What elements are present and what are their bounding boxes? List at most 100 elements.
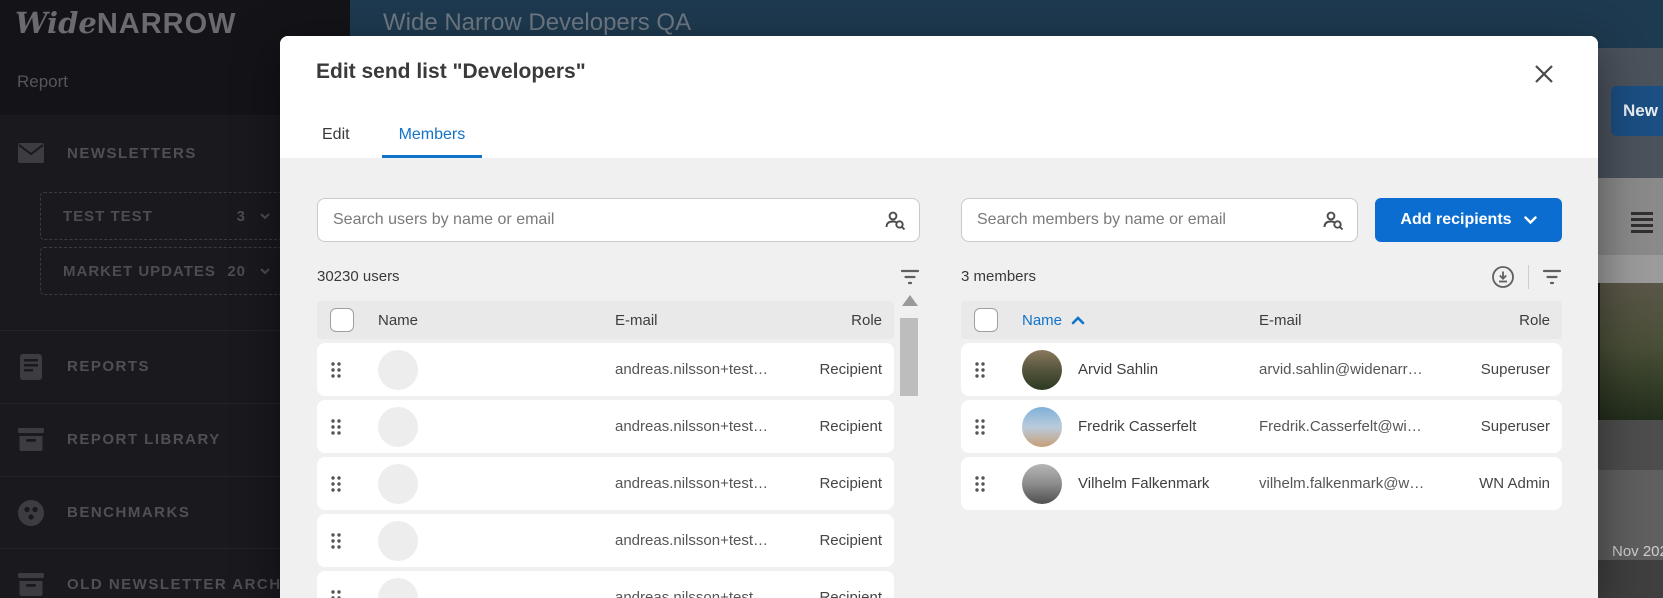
members-panel: Add recipients 3 members [961, 198, 1562, 598]
mail-icon [18, 143, 44, 163]
member-role: WN Admin [1479, 475, 1550, 492]
user-role: Recipient [819, 361, 882, 378]
scroll-up-arrow[interactable] [902, 295, 918, 306]
column-header-role[interactable]: Role [1458, 312, 1550, 329]
drag-handle-icon[interactable] [330, 532, 378, 550]
user-email: andreas.nilsson+test… [615, 475, 769, 492]
report-thumbnail-image [1600, 283, 1663, 420]
drag-handle-icon[interactable] [974, 475, 1022, 493]
archive-icon [18, 572, 44, 597]
users-count: 30230 users [317, 268, 400, 285]
newsletter-count-badge: 3 [236, 207, 246, 225]
drag-handle-icon[interactable] [974, 418, 1022, 436]
modal-header: Edit send list "Developers" Edit Members [280, 36, 1598, 158]
widenarrow-logo[interactable]: WideNARROW [15, 6, 237, 41]
tab-members[interactable]: Members [381, 126, 483, 158]
column-header-role[interactable]: Role [790, 312, 882, 329]
date-text: Nov 202 [1612, 543, 1663, 560]
member-name: Vilhelm Falkenmark [1078, 475, 1210, 492]
users-search-input[interactable] [317, 198, 920, 242]
menu-icon[interactable] [1631, 212, 1653, 236]
close-icon[interactable] [1530, 60, 1558, 88]
drag-handle-icon[interactable] [330, 418, 378, 436]
users-search [317, 198, 920, 242]
member-name: Fredrik Casserfelt [1078, 418, 1197, 435]
newsletter-label: MARKET UPDATES [63, 262, 216, 280]
modal-tabs: Edit Members [316, 126, 483, 158]
users-table-header: Name E-mail Role [317, 301, 894, 339]
avatar [378, 463, 418, 504]
report-label: Report [17, 72, 69, 91]
new-button[interactable]: New [1611, 86, 1663, 136]
table-row[interactable]: andreas.nilsson+test… Recipient [317, 343, 894, 396]
members-search-input[interactable] [961, 198, 1358, 242]
sort-ascending-icon [1071, 315, 1085, 325]
user-email: andreas.nilsson+test… [615, 589, 769, 598]
avatar [1022, 463, 1062, 504]
drag-handle-icon[interactable] [330, 589, 378, 598]
table-row[interactable]: Vilhelm Falkenmark vilhelm.falkenmark@w…… [961, 457, 1562, 510]
table-row[interactable]: andreas.nilsson+test… Recipient [317, 514, 894, 567]
avatar [378, 577, 418, 598]
members-count-row: 3 members [961, 264, 1562, 289]
newsletter-label: TEST TEST [63, 207, 153, 225]
drag-handle-icon[interactable] [330, 475, 378, 493]
users-rows: andreas.nilsson+test… Recipient andreas.… [317, 343, 894, 598]
table-row[interactable]: Arvid Sahlin arvid.sahlin@widenarr… Supe… [961, 343, 1562, 396]
members-table: Name E-mail Role Arvid Sahlin arvid.sahl… [961, 301, 1562, 510]
column-header-email[interactable]: E-mail [615, 312, 790, 329]
app-root: Wide Narrow Developers QA WideNARROW Rep… [0, 0, 1663, 598]
chevron-down-icon [1523, 216, 1537, 224]
sidebar-item-label: REPORTS [67, 358, 151, 375]
drag-handle-icon[interactable] [974, 361, 1022, 379]
user-role: Recipient [819, 532, 882, 549]
newsletter-count-badge: 20 [227, 262, 246, 280]
member-email: Fredrik.Casserfelt@wi… [1259, 418, 1422, 435]
edit-send-list-modal: Edit send list "Developers" Edit Members [280, 36, 1598, 598]
tab-edit[interactable]: Edit [316, 126, 356, 158]
column-header-name-sorted[interactable]: Name [1022, 312, 1259, 329]
member-name: Arvid Sahlin [1078, 361, 1159, 378]
user-email: andreas.nilsson+test… [615, 361, 769, 378]
filter-icon[interactable] [1542, 269, 1562, 285]
users-count-row: 30230 users [317, 268, 920, 285]
sidebar-item-label: REPORT LIBRARY [67, 431, 221, 448]
table-row[interactable]: andreas.nilsson+test… Recipient [317, 400, 894, 453]
member-email: arvid.sahlin@widenarr… [1259, 361, 1423, 378]
members-search [961, 198, 1358, 242]
dimmed-page-background: New Nov 202 [1598, 48, 1663, 598]
user-email: andreas.nilsson+test… [615, 532, 769, 549]
download-icon[interactable] [1491, 265, 1515, 289]
sidebar-item-label: BENCHMARKS [67, 504, 191, 521]
users-scrollbar [900, 295, 920, 598]
user-role: Recipient [819, 589, 882, 598]
drag-handle-icon[interactable] [330, 361, 378, 379]
table-row[interactable]: Fredrik Casserfelt Fredrik.Casserfelt@wi… [961, 400, 1562, 453]
add-recipients-button[interactable]: Add recipients [1375, 198, 1562, 242]
select-all-checkbox[interactable] [330, 308, 354, 332]
user-role: Recipient [819, 475, 882, 492]
page-band [1598, 560, 1663, 598]
filter-icon[interactable] [900, 269, 920, 285]
members-table-header: Name E-mail Role [961, 301, 1562, 339]
chevron-down-icon [260, 212, 270, 220]
archive-icon [18, 427, 44, 452]
sidebar-newsletter-test-test[interactable]: TEST TEST 3 [40, 192, 283, 240]
sidebar-newsletter-market-updates[interactable]: MARKET UPDATES 20 [40, 247, 283, 295]
member-role: Superuser [1480, 361, 1550, 378]
member-role: Superuser [1480, 418, 1550, 435]
column-header-email[interactable]: E-mail [1259, 312, 1458, 329]
sidebar-item-label: OLD NEWSLETTER ARCHI [67, 576, 288, 593]
users-table: Name E-mail Role andreas.nilsson+test… R… [317, 295, 920, 598]
scrollbar-thumb[interactable] [900, 318, 918, 396]
avatar [378, 349, 418, 390]
column-header-name[interactable]: Name [378, 312, 615, 329]
table-row[interactable]: andreas.nilsson+test… Recipient [317, 571, 894, 598]
table-row[interactable]: andreas.nilsson+test… Recipient [317, 457, 894, 510]
avatar [1022, 349, 1062, 390]
page-title: Wide Narrow Developers QA [383, 9, 692, 36]
avatar [378, 406, 418, 447]
user-search-icon [883, 208, 907, 232]
users-panel: 30230 users Name E-mail Role [317, 198, 920, 598]
select-all-checkbox[interactable] [974, 308, 998, 332]
